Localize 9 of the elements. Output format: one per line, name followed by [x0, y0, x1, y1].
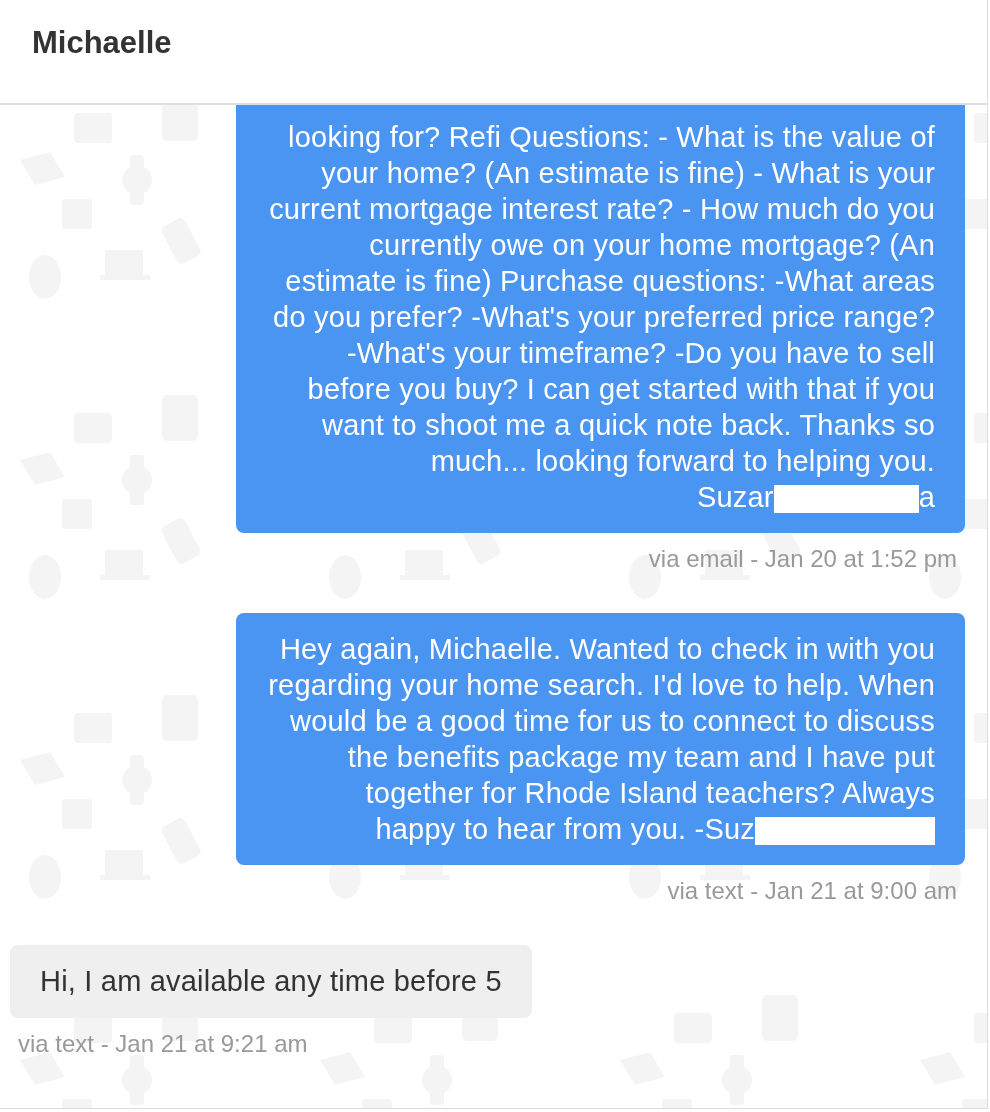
message-timestamp: via text - Jan 21 at 9:21 am — [18, 1030, 308, 1058]
message-timestamp: via email - Jan 20 at 1:52 pm — [648, 545, 957, 573]
signature-text: happy to hear from you. -Suz — [375, 813, 755, 845]
signature-text: a — [918, 481, 935, 513]
signature-text: Suzar — [696, 481, 774, 513]
message-text: looking for? Refi Questions: - What is the value of your home? (An estimate is fine) - What is your current mortgage interest rate? - How much do you currently owe on your home mortgage? (An estimate is fine) Purchase questions: -What areas do you prefer? -What's your preferred price range? -What's your timeframe? -Do you have to sell before you buy? I can get started with that if you want to shoot me a quick note back. Thanks so much... looking forward to helping you. — [268, 120, 935, 479]
message-timestamp: via text - Jan 21 at 9:00 am — [667, 877, 957, 905]
contact-name: Michaelle — [32, 24, 172, 61]
message-text: Hi, I am available any time before 5 — [40, 964, 502, 999]
